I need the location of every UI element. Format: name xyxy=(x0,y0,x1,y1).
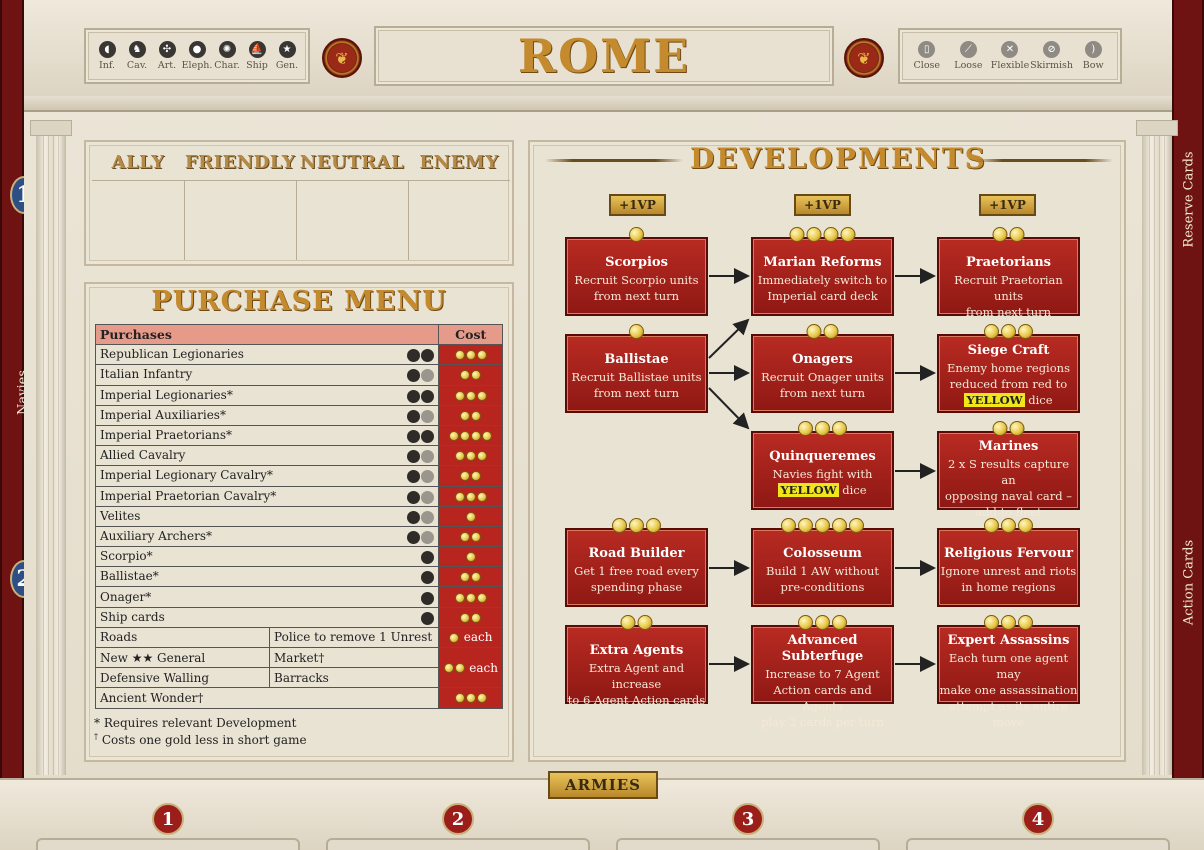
development-arrows xyxy=(708,268,936,672)
army-4-slot[interactable] xyxy=(906,838,1170,850)
army-1-slot[interactable] xyxy=(36,838,300,850)
arrow xyxy=(708,387,750,430)
army-1-marker[interactable]: 1 xyxy=(152,803,184,835)
arrow xyxy=(708,318,750,359)
army-2-slot[interactable] xyxy=(326,838,590,850)
army-3-slot[interactable] xyxy=(616,838,880,850)
army-4-marker[interactable]: 4 xyxy=(1022,803,1054,835)
army-2-marker[interactable]: 2 xyxy=(442,803,474,835)
army-3-marker[interactable]: 3 xyxy=(732,803,764,835)
armies-label: ARMIES xyxy=(548,771,658,799)
